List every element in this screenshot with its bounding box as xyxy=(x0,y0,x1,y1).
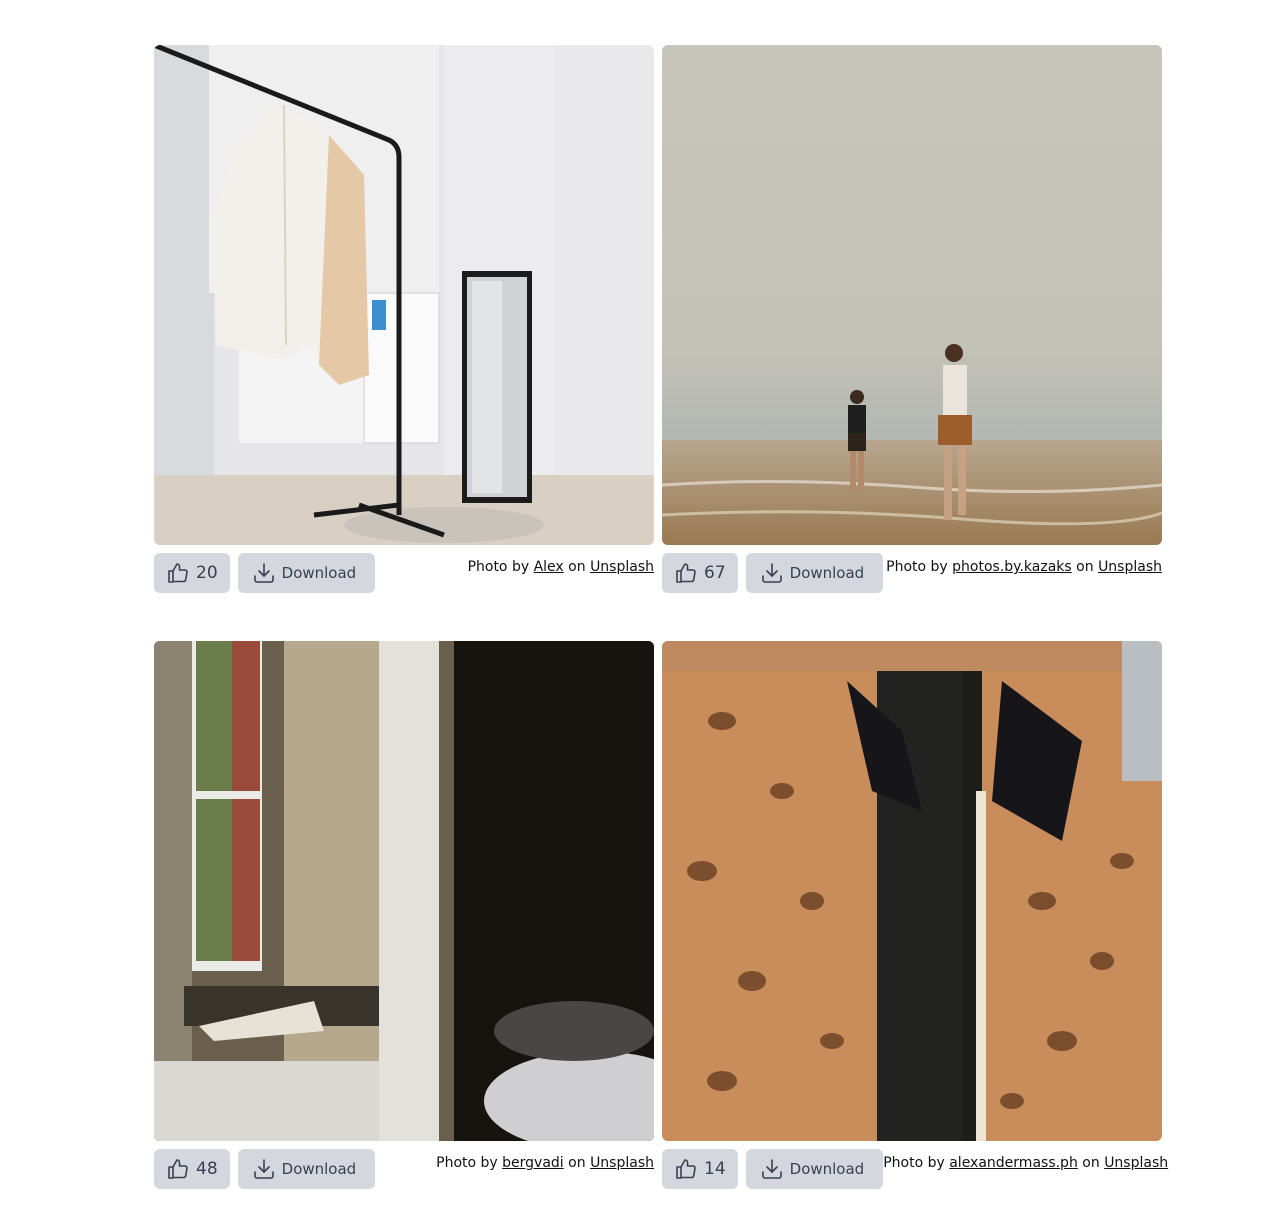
clothes-rack-photo xyxy=(154,45,654,545)
photo-image[interactable] xyxy=(662,641,1162,1141)
download-icon xyxy=(253,1159,274,1179)
photo-credit: Photo by photos.by.kazaks on Unsplash xyxy=(886,559,1162,575)
thumbs-up-icon xyxy=(168,1159,188,1179)
photo-card: 14 Download Photo by alexandermass.ph on… xyxy=(662,641,1168,1189)
author-link[interactable]: Alex xyxy=(534,559,564,575)
like-count: 20 xyxy=(196,563,218,583)
photo-credit: Photo by Alex on Unsplash xyxy=(468,559,654,575)
credit-prefix: Photo by xyxy=(883,1155,945,1171)
photo-image[interactable] xyxy=(662,45,1162,545)
download-label: Download xyxy=(281,564,357,582)
source-link[interactable]: Unsplash xyxy=(590,1155,654,1171)
like-count: 67 xyxy=(704,563,726,583)
like-count: 14 xyxy=(704,1159,726,1179)
like-count: 48 xyxy=(196,1159,218,1179)
download-button[interactable]: Download xyxy=(745,553,884,593)
thumbs-up-icon xyxy=(168,563,188,583)
thumbs-up-icon xyxy=(676,1159,696,1179)
photo-actions: 20 Download Photo by Alex on Unsplash xyxy=(154,553,654,593)
download-icon xyxy=(761,563,782,583)
photo-actions: 48 Download Photo by bergvadi on Unsplas… xyxy=(154,1149,654,1189)
photo-credit: Photo by bergvadi on Unsplash xyxy=(436,1155,654,1171)
photo-card: 67 Download Photo by photos.by.kazaks on… xyxy=(662,45,1162,593)
photo-actions: 67 Download Photo by photos.by.kazaks on… xyxy=(662,553,1162,593)
download-button[interactable]: Download xyxy=(237,1149,376,1189)
download-label: Download xyxy=(281,1160,357,1178)
beach-photo xyxy=(662,45,1162,545)
thumbs-up-icon xyxy=(676,563,696,583)
like-button[interactable]: 48 xyxy=(154,1149,230,1189)
source-link[interactable]: Unsplash xyxy=(1104,1155,1168,1171)
author-link[interactable]: bergvadi xyxy=(502,1155,564,1171)
photo-credit: Photo by alexandermass.ph on Unsplash xyxy=(883,1155,1168,1171)
photo-card: 48 Download Photo by bergvadi on Unsplas… xyxy=(154,641,654,1189)
author-link[interactable]: photos.by.kazaks xyxy=(952,559,1072,575)
download-button[interactable]: Download xyxy=(237,553,376,593)
credit-mid: on xyxy=(568,1155,586,1171)
photo-card: 20 Download Photo by Alex on Unsplash xyxy=(154,45,654,593)
photo-actions: 14 Download Photo by alexandermass.ph on… xyxy=(662,1149,1168,1189)
download-button[interactable]: Download xyxy=(745,1149,884,1189)
source-link[interactable]: Unsplash xyxy=(1098,559,1162,575)
photo-image[interactable] xyxy=(154,641,654,1141)
like-button[interactable]: 20 xyxy=(154,553,230,593)
download-icon xyxy=(253,563,274,583)
fur-coat-photo xyxy=(662,641,1162,1141)
download-label: Download xyxy=(789,1160,865,1178)
like-button[interactable]: 14 xyxy=(662,1149,738,1189)
window-interior-photo xyxy=(154,641,654,1141)
photo-image[interactable] xyxy=(154,45,654,545)
credit-prefix: Photo by xyxy=(886,559,948,575)
download-icon xyxy=(761,1159,782,1179)
like-button[interactable]: 67 xyxy=(662,553,738,593)
download-label: Download xyxy=(789,564,865,582)
credit-prefix: Photo by xyxy=(436,1155,498,1171)
source-link[interactable]: Unsplash xyxy=(590,559,654,575)
credit-prefix: Photo by xyxy=(467,559,530,575)
credit-mid: on xyxy=(1082,1155,1100,1171)
credit-mid: on xyxy=(1076,559,1094,575)
photo-grid: 20 Download Photo by Alex on Unsplash 67… xyxy=(154,45,1168,1189)
credit-mid: on xyxy=(568,559,586,575)
author-link[interactable]: alexandermass.ph xyxy=(949,1155,1078,1171)
